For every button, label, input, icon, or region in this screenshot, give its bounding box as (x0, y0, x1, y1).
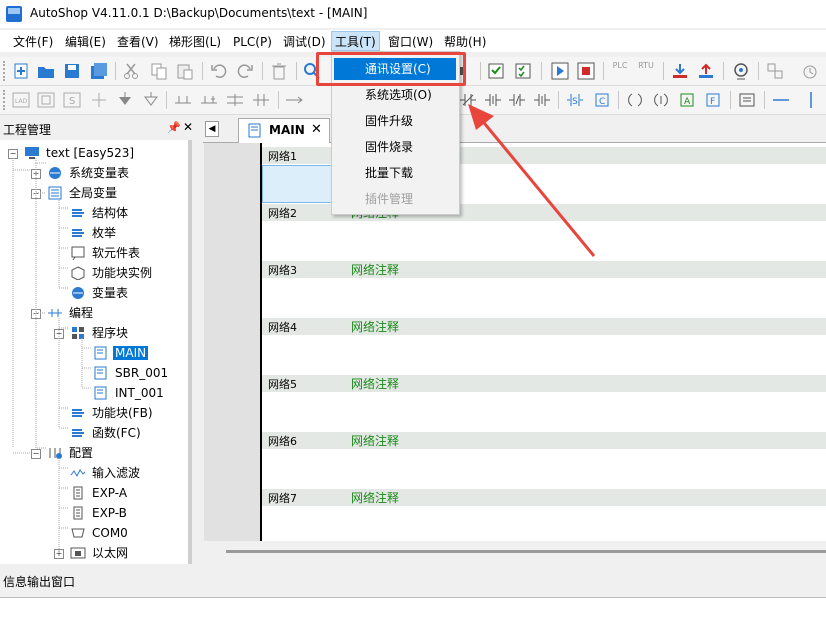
annotation-arrow (468, 104, 596, 257)
